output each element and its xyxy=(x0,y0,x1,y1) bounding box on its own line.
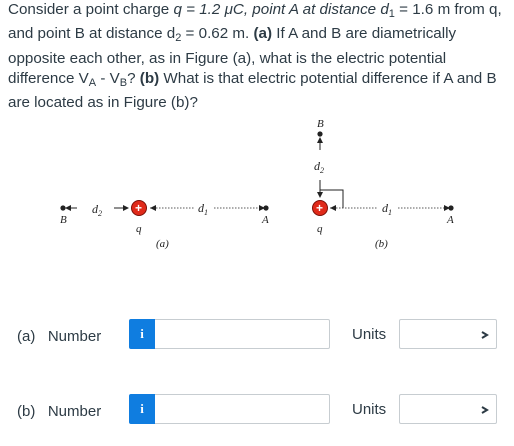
label-a: A xyxy=(446,214,454,226)
number-label-a: (a) Number xyxy=(17,328,102,345)
units-select-a[interactable] xyxy=(399,319,497,349)
label-b: B xyxy=(60,214,67,226)
units-label-a: Units xyxy=(352,326,387,343)
chevron-down-icon xyxy=(481,406,489,414)
point-a-marker xyxy=(263,205,269,211)
number-input-b[interactable] xyxy=(155,394,330,424)
label-a: A xyxy=(261,214,269,226)
point-b-marker xyxy=(60,205,66,211)
d1-left-arrowhead xyxy=(150,205,156,211)
info-icon[interactable]: i xyxy=(129,394,155,424)
d2-label: d2 xyxy=(314,159,324,175)
units-label-b: Units xyxy=(352,401,387,418)
units-select-b[interactable] xyxy=(399,394,497,424)
answer-row-b: (b) Number i Units xyxy=(0,394,514,428)
info-icon[interactable]: i xyxy=(129,319,155,349)
figure-a: d2 B + q d1 A (a) xyxy=(60,200,269,250)
figure-b-caption: (b) xyxy=(375,238,388,250)
figure-a-caption: (a) xyxy=(156,238,169,250)
charge-sign: + xyxy=(135,201,142,215)
d1-left-arrowhead xyxy=(330,205,336,211)
point-a-marker xyxy=(448,205,454,211)
charge-sign: + xyxy=(316,201,323,215)
answer-row-a: (a) Number i Units xyxy=(0,319,514,353)
label-q: q xyxy=(317,223,323,235)
number-input-a[interactable] xyxy=(155,319,330,349)
number-label-b: (b) Number xyxy=(17,403,102,420)
point-b-marker xyxy=(317,131,323,137)
figures: d2 B + q d1 A (a) B d2 + q d1 A (b) xyxy=(60,118,454,250)
label-q: q xyxy=(136,223,142,235)
label-b: B xyxy=(317,118,324,130)
figure-b: B d2 + q d1 A (b) xyxy=(312,118,454,250)
d2-label: d2 xyxy=(92,202,102,218)
d1-label: d1 xyxy=(382,201,392,217)
chevron-down-icon xyxy=(481,331,489,339)
d1-label: d1 xyxy=(198,201,208,217)
